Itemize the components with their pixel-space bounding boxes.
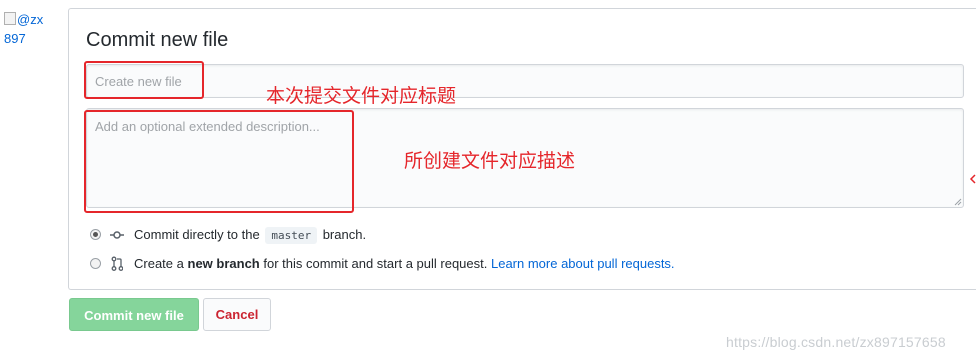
avatar-alt-line2: 897 [4,31,26,46]
commit-directly-text: Commit directly to the [134,227,260,242]
new-branch-label: Create a new branch for this commit and … [134,256,675,271]
commit-summary-placeholder: Create new file [95,74,182,89]
cancel-button[interactable]: Cancel [203,298,271,331]
new-branch-bold: new branch [187,256,260,271]
summary-annotation: 本次提交文件对应标题 [266,85,457,107]
git-commit-icon [110,231,124,239]
broken-image-icon [4,12,16,25]
commit-directly-suffix: branch. [322,227,367,242]
new-branch-post: for this commit and start a pull request… [263,256,488,271]
commit-new-file-button[interactable]: Commit new file [69,298,199,331]
watermark: https://blog.csdn.net/zx897157658 [726,334,946,350]
avatar-alt-line1: @zx [17,12,44,27]
avatar[interactable]: @zx 897 [4,10,54,50]
resize-handle-icon[interactable] [954,198,962,206]
commit-description-placeholder: Add an optional extended description... [95,119,320,134]
panel-title: Commit new file [86,29,229,51]
new-branch-radio[interactable] [90,258,101,269]
new-branch-pre: Create a [134,256,184,271]
description-annotation: 所创建文件对应描述 [404,150,576,172]
branch-name-code: master [265,227,318,244]
commit-directly-label: Commit directly to the master branch. [134,227,366,244]
commit-summary-input[interactable] [86,64,964,98]
commit-directly-radio[interactable] [90,229,101,240]
edge-arrow-icon [969,174,976,184]
learn-more-link[interactable]: Learn more about pull requests. [491,256,675,271]
pull-request-icon [111,256,123,271]
